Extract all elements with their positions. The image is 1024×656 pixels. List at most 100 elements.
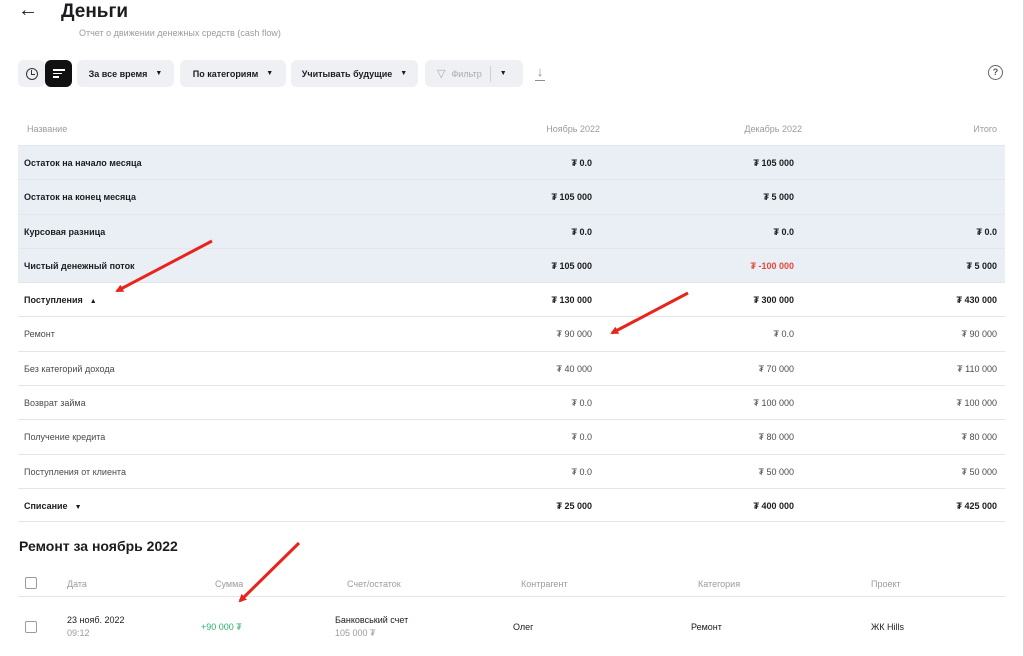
cell-nov: ₮ 130 000 <box>551 295 592 306</box>
column-header-nov: Ноябрь 2022 <box>546 124 600 134</box>
cell-nov: ₮ 105 000 <box>551 260 592 271</box>
cell-total: ₮ 110 000 <box>957 363 997 374</box>
transaction-project: ЖК Hills <box>871 622 905 632</box>
row-name: Чистый денежный поток <box>24 260 135 271</box>
row-name: Возврат займа <box>24 398 86 409</box>
column-header-category: Категория <box>698 579 741 589</box>
row-name: Без категорий дохода <box>24 363 115 374</box>
table-row-group-income[interactable]: Поступления ▲ ₮ 130 000 ₮ 300 000 ₮ 430 0… <box>18 282 1005 316</box>
cell-total: ₮ 50 000 <box>961 466 997 477</box>
table-row: Остаток на начало месяца ₮ 0.0 ₮ 105 000 <box>18 145 1005 180</box>
table-row-category[interactable]: Поступления от клиента ₮ 0.0 ₮ 50 000 ₮ … <box>18 453 1005 488</box>
caret-down-icon: ▼ <box>400 70 408 77</box>
table-row: Остаток на конец месяца ₮ 105 000 ₮ 5 00… <box>18 179 1005 214</box>
cell-dec: ₮ 400 000 <box>753 500 794 511</box>
cell-dec[interactable]: ₮ 100 000 <box>753 398 794 408</box>
history-button[interactable] <box>18 60 45 87</box>
cell-total: ₮ 90 000 <box>961 329 997 340</box>
row-name: Поступления от клиента <box>24 466 126 477</box>
filter-divider <box>489 65 491 82</box>
transaction-account: Банковський счет <box>335 615 409 625</box>
expand-caret-icon[interactable]: ▼ <box>75 504 82 511</box>
column-header-total: Итого <box>973 124 997 134</box>
transaction-category: Ремонт <box>691 622 722 632</box>
filter-button[interactable]: ▽ Фильтр ▼ <box>425 60 523 87</box>
cell-nov: ₮ 0.0 <box>571 158 592 168</box>
column-header-date: Дата <box>67 579 87 589</box>
cell-nov[interactable]: ₮ 40 000 <box>556 364 592 374</box>
transaction-balance: 105 000 ₮ <box>335 628 376 638</box>
cell-dec: ₮ 5 000 <box>763 192 794 203</box>
table-row-category[interactable]: Возврат займа ₮ 0.0 ₮ 100 000 ₮ 100 000 <box>18 385 1005 419</box>
table-row: Курсовая разница ₮ 0.0 ₮ 0.0 ₮ 0.0 <box>18 213 1005 248</box>
select-all-checkbox[interactable] <box>25 577 37 589</box>
cell-dec[interactable]: ₮ 50 000 <box>758 467 794 477</box>
cell-dec: ₮ 0.0 <box>773 226 794 237</box>
collapse-caret-icon[interactable]: ▲ <box>90 298 97 305</box>
future-label: Учитывать будущие <box>301 68 393 79</box>
table-row-group-expense[interactable]: Списание ▼ ₮ 25 000 ₮ 400 000 ₮ 425 000 <box>18 487 1005 523</box>
table-row-category[interactable]: Ремонт ₮ 90 000 ₮ 0.0 ₮ 90 000 <box>18 316 1005 350</box>
cell-dec[interactable]: ₮ 70 000 <box>758 364 794 374</box>
group-label: Списание <box>24 500 68 511</box>
detail-section-title: Ремонт за ноябрь 2022 <box>19 538 178 554</box>
table-row: Чистый денежный поток ₮ 105 000 ₮ -100 0… <box>18 247 1005 283</box>
row-checkbox[interactable] <box>25 621 37 633</box>
page-subtitle: Отчет о движении денежных средств (cash … <box>79 28 281 38</box>
transaction-time: 09:12 <box>67 628 90 638</box>
toolbar: За все время ▼ По категориям ▼ Учитывать… <box>18 60 1008 87</box>
cell-dec: ₮ 300 000 <box>753 295 794 306</box>
cell-dec: ₮ 105 000 <box>753 158 794 168</box>
transactions-header: Дата Сумма Счет/остаток Контрагент Катег… <box>18 570 1005 597</box>
cash-flow-table: Название Ноябрь 2022 Декабрь 2022 Итого … <box>18 112 1005 523</box>
arrow-left-icon[interactable]: ← <box>18 0 38 20</box>
row-name: Списание ▼ <box>24 501 82 511</box>
period-label: За все время <box>88 68 148 79</box>
column-header-dec: Декабрь 2022 <box>744 124 802 134</box>
row-name: Курсовая разница <box>24 226 106 237</box>
table-row-category[interactable]: Без категорий дохода ₮ 40 000 ₮ 70 000 ₮… <box>18 350 1005 385</box>
cell-nov[interactable]: ₮ 90 000 <box>556 329 592 339</box>
row-name: Остаток на начало месяца <box>24 158 142 168</box>
list-icon <box>52 67 65 80</box>
row-name: Ремонт <box>24 329 55 340</box>
column-header-amount: Сумма <box>215 579 244 589</box>
grouping-label: По категориям <box>192 68 259 79</box>
row-name: Получение кредита <box>24 432 106 443</box>
cell-total: ₮ 80 000 <box>961 432 997 443</box>
funnel-icon: ▽ <box>437 68 446 80</box>
cell-dec[interactable]: ₮ 80 000 <box>758 432 794 442</box>
cell-total: ₮ 5 000 <box>966 260 997 271</box>
column-header-name: Название <box>27 124 68 134</box>
cell-total: ₮ 430 000 <box>956 295 997 306</box>
transaction-date: 23 нояб. 2022 <box>67 615 125 625</box>
cell-total: ₮ 100 000 <box>956 398 997 409</box>
group-label: Поступления <box>24 295 83 306</box>
transaction-row[interactable]: 23 нояб. 2022 09:12 +90 000 ₮ Банковськи… <box>18 597 1005 653</box>
table-row-category[interactable]: Получение кредита ₮ 0.0 ₮ 80 000 ₮ 80 00… <box>18 419 1005 453</box>
future-dropdown[interactable]: Учитывать будущие ▼ <box>291 60 418 87</box>
help-icon[interactable]: ? <box>988 65 1003 80</box>
cell-nov: ₮ 0.0 <box>571 226 592 237</box>
grouping-dropdown[interactable]: По категориям ▼ <box>180 60 286 87</box>
transaction-amount: +90 000 ₮ <box>201 622 242 632</box>
cell-nov: ₮ 105 000 <box>551 192 592 203</box>
cell-nov[interactable]: ₮ 0.0 <box>571 467 592 477</box>
row-name: Остаток на конец месяца <box>24 192 136 203</box>
caret-down-icon: ▼ <box>155 70 163 77</box>
period-dropdown[interactable]: За все время ▼ <box>77 60 174 87</box>
caret-down-icon: ▼ <box>266 70 274 77</box>
caret-down-icon[interactable]: ▼ <box>500 70 507 77</box>
transaction-counterparty: Олег <box>513 622 534 632</box>
cell-dec[interactable]: ₮ 0.0 <box>773 329 794 339</box>
transactions-table: Дата Сумма Счет/остаток Контрагент Катег… <box>18 570 1005 653</box>
cell-nov[interactable]: ₮ 0.0 <box>571 398 592 408</box>
column-header-project: Проект <box>871 579 901 589</box>
cell-nov[interactable]: ₮ 0.0 <box>571 432 592 442</box>
column-header-counterparty: Контрагент <box>521 579 568 589</box>
report-view-button[interactable] <box>45 60 72 87</box>
download-icon[interactable]: ↓ <box>534 65 546 81</box>
cell-nov: ₮ 25 000 <box>556 500 592 511</box>
row-name: Поступления ▲ <box>24 295 97 305</box>
cell-total: ₮ 0.0 <box>976 226 997 237</box>
